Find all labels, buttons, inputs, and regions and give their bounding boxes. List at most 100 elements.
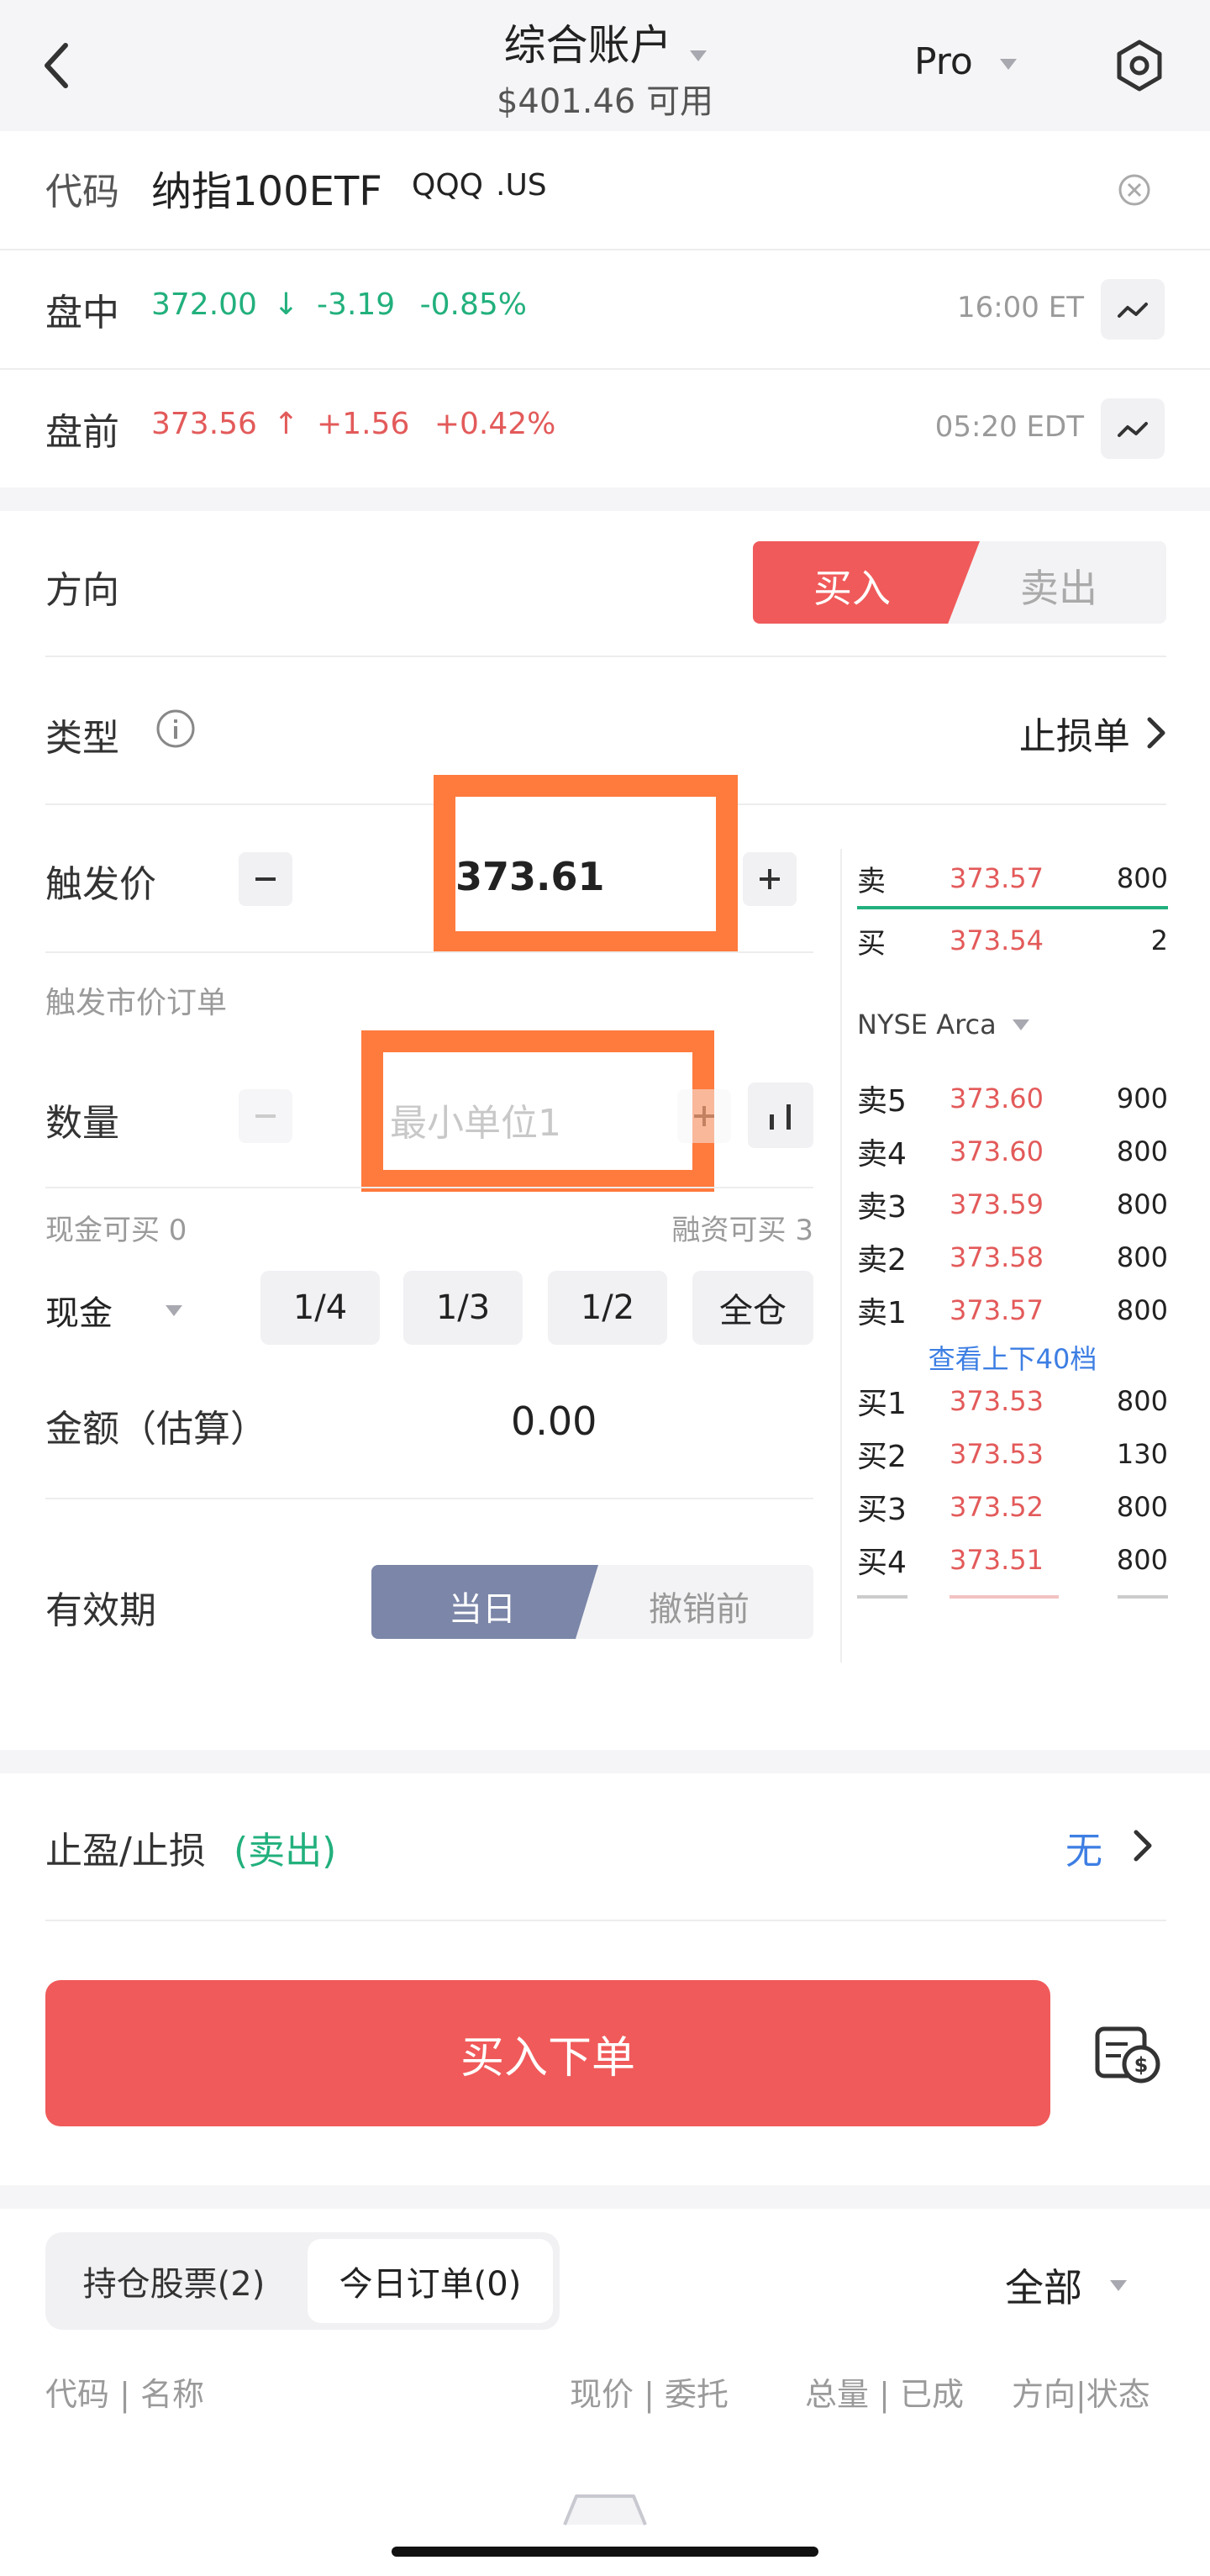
fraction-half-button[interactable]: 1/2: [548, 1271, 667, 1345]
plus-icon: [694, 1106, 714, 1126]
top-bar: 综合账户 $401.46 可用 Pro: [0, 0, 1210, 131]
validity-toggle: 当日 撤销前: [371, 1565, 813, 1639]
bid-level[interactable]: 买3 373.52 800: [857, 1481, 1168, 1533]
trend-icon: [1118, 422, 1148, 437]
column-code-name: 代码 | 名称: [45, 2376, 204, 2413]
tp-sl-row[interactable]: 止盈/止损 (卖出) 无: [0, 1773, 1210, 1920]
quantity-input[interactable]: 最小单位1: [361, 1030, 714, 1192]
ask-level[interactable]: 卖3 373.59 800: [857, 1178, 1168, 1230]
chevron-left-icon: [45, 43, 68, 88]
close-circle-icon: [1118, 174, 1150, 206]
premarket-label: 盘前: [45, 411, 119, 454]
sell-toggle[interactable]: 卖出: [1020, 558, 1097, 614]
premarket-time: 05:20 EDT: [934, 410, 1084, 444]
bid-level-price: 373.51: [950, 1544, 1044, 1576]
trigger-price-value: 373.61: [455, 854, 605, 899]
intraday-row: 盘中 372.00 ↓ -3.19 -0.85% 16:00 ET: [0, 250, 1210, 368]
fraction-third-button[interactable]: 1/3: [403, 1271, 523, 1345]
premarket-quote: 373.56 ↑ +1.56 +0.42%: [151, 407, 555, 441]
section-gap: [0, 1750, 1210, 1773]
intraday-quote: 372.00 ↓ -3.19 -0.85%: [151, 287, 527, 322]
amount-value: 0.00: [511, 1399, 597, 1444]
ask-level-price: 373.57: [950, 1294, 1044, 1326]
intraday-price: 372.00: [151, 287, 257, 322]
tab-today-orders-label: 今日订单(0): [339, 2265, 522, 2304]
code-row: 代码 纳指100ETF QQQ .US: [0, 131, 1210, 249]
caret-down-icon: [999, 58, 1017, 70]
bid-level-qty: 130: [1116, 1438, 1168, 1470]
bar-chart-icon: [770, 1104, 791, 1130]
ask-level-qty: 800: [1116, 1294, 1168, 1326]
ask-level[interactable]: 卖5 373.60 900: [857, 1072, 1168, 1125]
tab-today-orders[interactable]: 今日订单(0): [308, 2239, 553, 2323]
account-selector[interactable]: 综合账户: [437, 12, 773, 72]
top-ask-label: 卖: [857, 864, 886, 898]
qty-chart-button[interactable]: [748, 1083, 813, 1148]
quantity-placeholder: 最小单位1: [390, 1102, 561, 1145]
code-label: 代码: [45, 171, 119, 213]
back-button[interactable]: [40, 40, 82, 94]
cash-flow-button[interactable]: $: [1092, 2020, 1165, 2088]
ask-level-price: 373.59: [950, 1188, 1044, 1220]
trigger-hint: 触发市价订单: [45, 986, 228, 1020]
info-button[interactable]: [155, 708, 197, 750]
bid-level[interactable]: 买2 373.53 130: [857, 1428, 1168, 1480]
minus-icon: [255, 877, 276, 881]
settings-button[interactable]: [1113, 39, 1166, 92]
chevron-right-icon: [1147, 717, 1165, 749]
clear-button[interactable]: [1118, 173, 1151, 207]
fraction-quarter-button[interactable]: 1/4: [260, 1271, 380, 1345]
account-title: 综合账户: [503, 21, 672, 70]
orderbook-top-ask[interactable]: 卖 373.57 800: [857, 852, 1168, 904]
orderbook-top-bid[interactable]: 买 373.54 2: [857, 914, 1168, 967]
exchange-selector[interactable]: NYSE Arca: [857, 1009, 1109, 1051]
ask-level-label: 卖1: [857, 1296, 907, 1330]
validity-gtc-toggle[interactable]: 撤销前: [649, 1582, 750, 1630]
bid-level-qty: 800: [1116, 1544, 1168, 1576]
ask-level[interactable]: 卖4 373.60 800: [857, 1125, 1168, 1177]
ask-level[interactable]: 卖2 373.58 800: [857, 1231, 1168, 1283]
premarket-pct: +0.42%: [434, 407, 556, 441]
orders-filter-selector[interactable]: 全部: [1005, 2257, 1173, 2310]
down-arrow-icon: ↓: [273, 287, 299, 322]
trigger-decrement-button[interactable]: [239, 852, 292, 906]
submit-order-label: 买入下单: [460, 2032, 635, 2083]
bid-level-label: 买2: [857, 1440, 907, 1474]
bid-level-price: 373.53: [950, 1438, 1044, 1470]
tp-sl-value: 无: [1065, 1830, 1102, 1873]
order-type-selector[interactable]: 止损单: [924, 706, 1168, 758]
chevron-right-icon: [1134, 1830, 1152, 1862]
view-more-depth-link[interactable]: 查看上下40档: [857, 1338, 1168, 1377]
info-icon: [156, 709, 195, 748]
direction-toggle: 买入 卖出: [753, 541, 1166, 624]
bid-level-label: 买1: [857, 1387, 907, 1421]
margin-buyable: 融资可买 3: [671, 1214, 813, 1247]
mode-selector[interactable]: Pro: [914, 40, 1017, 83]
intraday-pct: -0.85%: [419, 287, 528, 322]
qty-increment-button[interactable]: [677, 1089, 731, 1143]
intraday-chart-button[interactable]: [1101, 279, 1165, 340]
premarket-row: 盘前 373.56 ↑ +1.56 +0.42% 05:20 EDT: [0, 370, 1210, 487]
trigger-price-input[interactable]: 373.61: [434, 775, 738, 953]
empty-state-icon: [561, 2493, 649, 2526]
trend-icon: [1118, 303, 1148, 318]
submit-order-button[interactable]: 买入下单: [45, 1980, 1050, 2126]
settings-icon: [1117, 40, 1162, 92]
bid-level-label: 买4: [857, 1546, 907, 1580]
bid-level-price: 373.52: [950, 1491, 1044, 1523]
premarket-chart-button[interactable]: [1101, 398, 1165, 459]
fraction-full-button[interactable]: 全仓: [692, 1271, 813, 1345]
bid-level[interactable]: 买4 373.51 800: [857, 1534, 1168, 1586]
pay-method-selector[interactable]: 现金: [45, 1286, 197, 1336]
tab-holdings[interactable]: 持仓股票(2): [45, 2232, 302, 2330]
empty-tray-icon: [563, 2494, 647, 2526]
bid-level[interactable]: 买1 373.53 800: [857, 1375, 1168, 1427]
orderbook-divider: [840, 849, 842, 1662]
pay-method-value: 现金: [45, 1294, 113, 1333]
ask-level[interactable]: 卖1 373.57 800: [857, 1284, 1168, 1336]
bid-level-price: 373.53: [950, 1385, 1044, 1417]
trigger-increment-button[interactable]: [743, 852, 797, 906]
qty-decrement-button[interactable]: [239, 1089, 292, 1143]
caret-down-icon: [166, 1304, 183, 1316]
bid-level-qty: 800: [1116, 1491, 1168, 1523]
